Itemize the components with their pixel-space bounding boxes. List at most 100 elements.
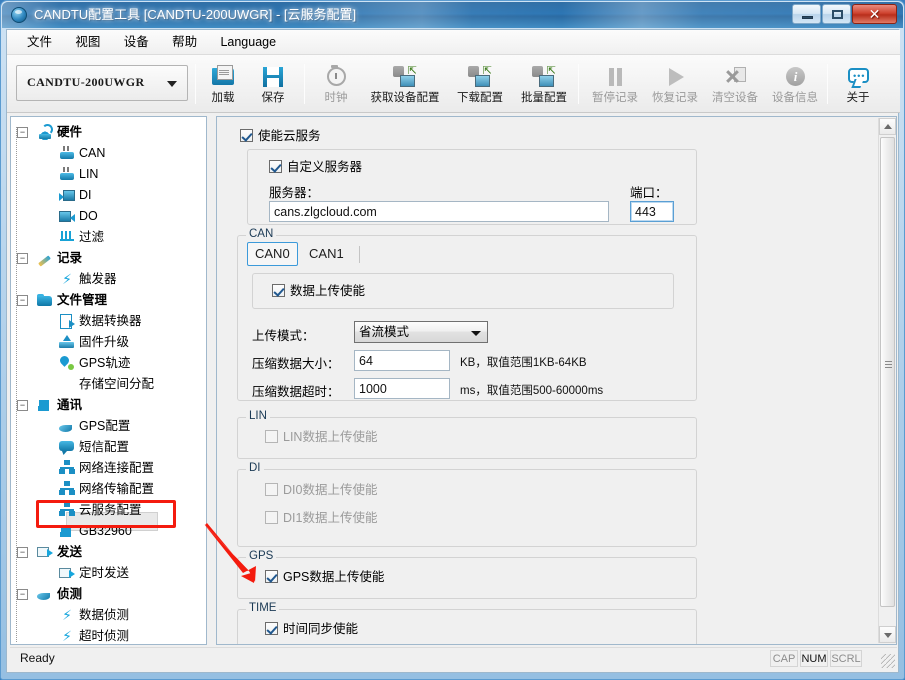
filter-icon — [59, 229, 75, 245]
do-icon — [59, 208, 75, 224]
tree-node-timed-send[interactable]: 定时发送 — [17, 563, 206, 584]
menu-item-file[interactable]: 文件 — [17, 30, 62, 55]
tab-can0[interactable]: CAN0 — [247, 242, 298, 266]
checkbox-box — [265, 511, 278, 524]
can-group: CAN CAN0 CAN1 数据上传使能 上传模式： 省流模式 压缩数据大小： … — [237, 228, 697, 401]
tree-node-hardware[interactable]: − 硬件 — [17, 122, 206, 143]
toolbar-button-resume-record-label: 恢复记录 — [652, 92, 698, 104]
toolbar-button-device-info[interactable]: i 设备信息 — [765, 61, 825, 109]
toolbar-button-pause-record[interactable]: 暂停记录 — [585, 61, 645, 109]
menu-item-view[interactable]: 视图 — [65, 30, 110, 55]
tree-node-cloud-service-config[interactable]: 云服务配置 — [17, 500, 206, 521]
toolbar-button-clear-device[interactable]: 清空设备 — [705, 61, 765, 109]
toolbar-button-about[interactable]: ••• 关于 — [835, 61, 881, 109]
toolbar-button-get-config[interactable]: ⇱ 获取设备配置 — [363, 61, 447, 109]
expander-icon[interactable]: − — [17, 547, 28, 558]
menu-item-device[interactable]: 设备 — [114, 30, 159, 55]
toolbar-button-download-config[interactable]: ⇱ 下载配置 — [449, 61, 511, 109]
device-selector[interactable]: CANDTU-200UWGR — [16, 65, 188, 101]
scroll-down-button[interactable] — [879, 626, 896, 643]
resize-grip-icon[interactable] — [881, 654, 895, 668]
menu-item-language[interactable]: Language — [210, 30, 286, 55]
tab-can1[interactable]: CAN1 — [301, 242, 352, 266]
port-input[interactable]: 443 — [630, 201, 674, 222]
chevron-up-icon — [884, 124, 892, 129]
toolbar-button-load[interactable]: 加载 — [200, 61, 246, 109]
upload-mode-select[interactable]: 省流模式 — [354, 321, 488, 343]
menu-item-help[interactable]: 帮助 — [162, 30, 207, 55]
scrollbar-thumb[interactable] — [880, 137, 895, 607]
toolbar-button-batch-config[interactable]: ⇱ 批量配置 — [513, 61, 575, 109]
tree-node-label: GPS轨迹 — [79, 356, 131, 370]
expander-icon[interactable]: − — [17, 295, 28, 306]
tree-node-timeout-detection[interactable]: ⚡ 超时侦测 — [17, 626, 206, 644]
custom-server-label: 自定义服务器 — [287, 160, 363, 174]
tree-node-sms-config[interactable]: 短信配置 — [17, 437, 206, 458]
tree-node-lin[interactable]: LIN — [17, 164, 206, 185]
can-data-upload-checkbox[interactable]: 数据上传使能 — [272, 284, 365, 299]
close-button[interactable]: ✕ — [852, 4, 897, 24]
pane-splitter[interactable] — [208, 116, 216, 645]
lin-data-upload-checkbox[interactable]: LIN数据上传使能 — [265, 430, 377, 445]
open-folder-icon — [208, 64, 238, 90]
tree-node-can[interactable]: CAN — [17, 143, 206, 164]
tree-node-filter[interactable]: 过滤 — [17, 227, 206, 248]
tree-node-send[interactable]: − 发送 — [17, 542, 206, 563]
lin-group-title: LIN — [246, 410, 270, 422]
trigger-bolt-icon: ⚡ — [62, 271, 72, 287]
toolbar-button-save[interactable]: 保存 — [250, 61, 296, 109]
minimize-button[interactable] — [792, 4, 821, 24]
tree-node-communication[interactable]: − 通讯 — [17, 395, 206, 416]
compress-timeout-input[interactable]: 1000 — [354, 378, 450, 399]
toolbar-separator — [304, 64, 305, 104]
expander-icon[interactable]: − — [17, 589, 28, 600]
compress-size-input[interactable]: 64 — [354, 350, 450, 371]
tree-node-record[interactable]: − 记录 — [17, 248, 206, 269]
tree-node-gps-config[interactable]: GPS配置 — [17, 416, 206, 437]
tree-node-data-converter[interactable]: 数据转换器 — [17, 311, 206, 332]
tree-node-do[interactable]: DO — [17, 206, 206, 227]
toolbar-button-clear-device-label: 清空设备 — [712, 92, 758, 104]
application-window: CANDTU配置工具 [CANDTU-200UWGR] - [云服务配置] ✕ … — [0, 0, 905, 680]
expander-icon[interactable]: − — [17, 127, 28, 138]
tree-node-label: 记录 — [57, 251, 83, 265]
server-address-input[interactable]: cans.zlgcloud.com — [269, 201, 609, 222]
satellite-icon — [59, 418, 75, 434]
maximize-button[interactable] — [822, 4, 851, 24]
tree-node-trigger[interactable]: ⚡ 触发器 — [17, 269, 206, 290]
tree-node-firmware-upgrade[interactable]: 固件升级 — [17, 332, 206, 353]
vertical-scrollbar[interactable] — [878, 118, 896, 643]
di0-data-upload-checkbox[interactable]: DI0数据上传使能 — [265, 483, 377, 498]
scroll-up-button[interactable] — [879, 118, 896, 135]
tree-node-label: 网络传输配置 — [79, 482, 155, 496]
expander-icon[interactable]: − — [17, 400, 28, 411]
play-icon — [660, 64, 690, 90]
di-icon — [59, 187, 75, 203]
gps-data-upload-checkbox[interactable]: GPS数据上传使能 — [265, 570, 384, 585]
tree-node-detection[interactable]: − 侦测 — [17, 584, 206, 605]
can-group-title: CAN — [246, 228, 277, 240]
tree-node-label: 云服务配置 — [79, 503, 142, 517]
tree-node-label: 短信配置 — [79, 440, 130, 454]
data-converter-icon — [59, 313, 75, 329]
enable-cloud-service-checkbox[interactable]: 使能云服务 — [240, 129, 321, 144]
di1-data-upload-label: DI1数据上传使能 — [283, 511, 378, 525]
toolbar-button-resume-record[interactable]: 恢复记录 — [645, 61, 705, 109]
toolbar-button-clock[interactable]: 时钟 — [312, 61, 360, 109]
tree-node-di[interactable]: DI — [17, 185, 206, 206]
tree-node-gps-track[interactable]: GPS轨迹 — [17, 353, 206, 374]
tree-node-network-connection-config[interactable]: 网络连接配置 — [17, 458, 206, 479]
time-sync-checkbox[interactable]: 时间同步使能 — [265, 622, 358, 637]
tree-node-file-management[interactable]: − 文件管理 — [17, 290, 206, 311]
tree-node-data-detection[interactable]: ⚡ 数据侦测 — [17, 605, 206, 626]
tree-node-storage-allocation[interactable]: 存储空间分配 — [17, 374, 206, 395]
expander-icon[interactable]: − — [17, 253, 28, 264]
tree-node-gb32960[interactable]: GB32960 — [17, 521, 206, 542]
di1-data-upload-checkbox[interactable]: DI1数据上传使能 — [265, 511, 377, 526]
tree-node-network-transmission-config[interactable]: 网络传输配置 — [17, 479, 206, 500]
port-field-label: 端口： — [630, 186, 668, 200]
folder-icon — [37, 292, 53, 308]
navigation-tree[interactable]: − 硬件 CAN LIN DI DO 过滤 − 记录 ⚡ 触发器 − 文件管理 … — [10, 116, 207, 645]
custom-server-checkbox[interactable]: 自定义服务器 — [269, 160, 362, 175]
minimize-icon — [802, 16, 813, 19]
